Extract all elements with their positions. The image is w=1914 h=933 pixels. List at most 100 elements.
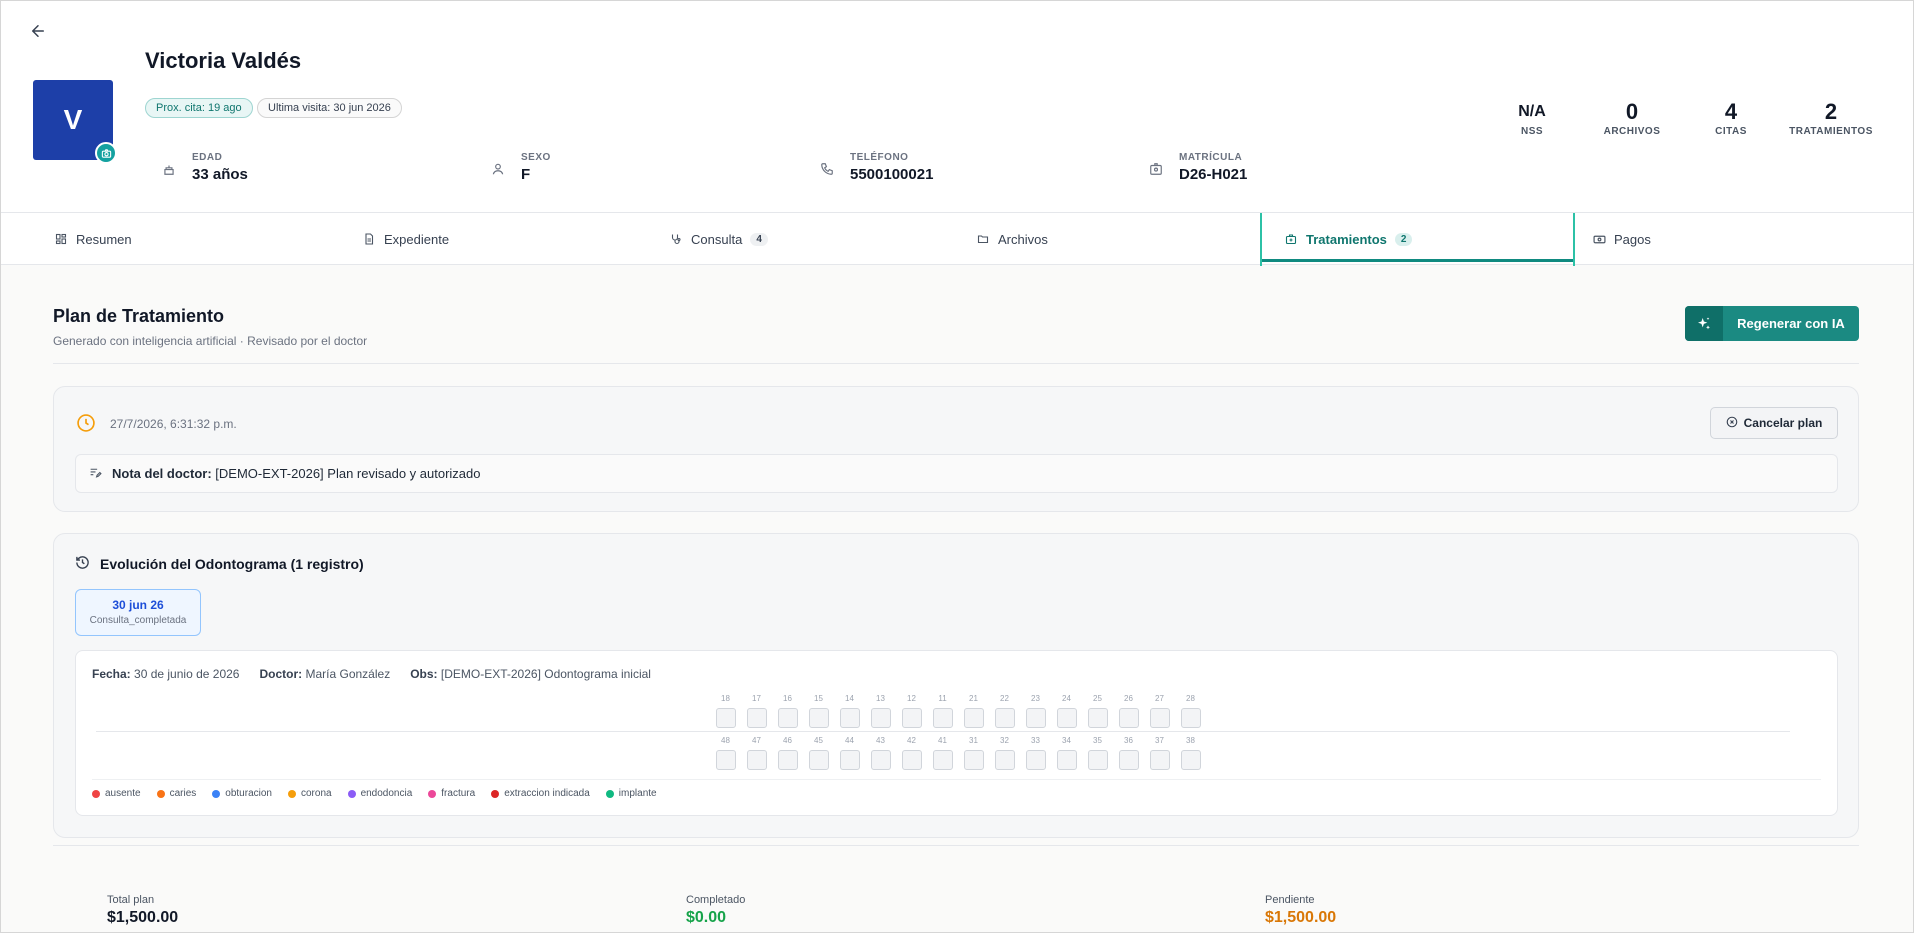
tooth[interactable]: 44 [838, 736, 861, 770]
tooth[interactable]: 24 [1055, 694, 1078, 728]
tooth-box[interactable] [1149, 750, 1170, 770]
tooth-box[interactable] [715, 708, 736, 728]
tooth-number: 34 [1062, 736, 1071, 745]
tooth[interactable]: 48 [714, 736, 737, 770]
tooth[interactable]: 47 [745, 736, 768, 770]
tooth-box[interactable] [1118, 708, 1139, 728]
tab-archivos[interactable]: Archivos [976, 213, 1048, 265]
tab-archivos-label: Archivos [998, 231, 1048, 247]
camera-icon[interactable] [95, 142, 117, 164]
tooth[interactable]: 12 [900, 694, 923, 728]
tooth-box[interactable] [746, 708, 767, 728]
tab-resumen[interactable]: Resumen [54, 213, 132, 265]
tooth-box[interactable] [1056, 708, 1077, 728]
legend-dot [605, 789, 614, 798]
tooth-number: 32 [1000, 736, 1009, 745]
tooth-box[interactable] [746, 750, 767, 770]
tooth-box[interactable] [839, 708, 860, 728]
tooth[interactable]: 17 [745, 694, 768, 728]
tooth[interactable]: 34 [1055, 736, 1078, 770]
tooth-box[interactable] [1056, 750, 1077, 770]
tooth-number: 31 [969, 736, 978, 745]
tooth[interactable]: 33 [1024, 736, 1047, 770]
tooth[interactable]: 41 [931, 736, 954, 770]
tooth-box[interactable] [870, 708, 891, 728]
tooth[interactable]: 18 [714, 694, 737, 728]
tooth-box[interactable] [715, 750, 736, 770]
tooth[interactable]: 35 [1086, 736, 1109, 770]
tooth[interactable]: 21 [962, 694, 985, 728]
tooth-box[interactable] [1149, 708, 1170, 728]
tooth[interactable]: 28 [1179, 694, 1202, 728]
tooth[interactable]: 36 [1117, 736, 1140, 770]
doctor-value: María González [305, 667, 391, 681]
stat-nss-value: N/A [1518, 103, 1546, 120]
tooth-box[interactable] [963, 750, 984, 770]
plan-card: 27/7/2026, 6:31:32 p.m. Cancelar plan No… [53, 386, 1859, 512]
total-plan-value: $1,500.00 [107, 909, 179, 926]
tooth-box[interactable] [777, 750, 798, 770]
tooth[interactable]: 26 [1117, 694, 1140, 728]
tab-pagos[interactable]: Pagos [1592, 213, 1651, 265]
tab-expediente[interactable]: Expediente [362, 213, 449, 265]
tooth-box[interactable] [932, 708, 953, 728]
tooth-box[interactable] [777, 708, 798, 728]
tooth[interactable]: 23 [1024, 694, 1047, 728]
regenerate-ai-button[interactable]: Regenerar con IA [1685, 306, 1859, 341]
tooth[interactable]: 27 [1148, 694, 1171, 728]
tooth[interactable]: 37 [1148, 736, 1171, 770]
tab-consulta[interactable]: Consulta 4 [669, 213, 768, 265]
tooth-box[interactable] [963, 708, 984, 728]
tooth[interactable]: 14 [838, 694, 861, 728]
total-completed-value: $0.00 [686, 909, 727, 926]
odontogram-legend: ausente caries obturacion corona endodoncia f… [92, 788, 657, 799]
tooth[interactable]: 25 [1086, 694, 1109, 728]
legend-item: endodoncia [347, 788, 412, 799]
tooth[interactable]: 38 [1179, 736, 1202, 770]
legend-dot [428, 789, 437, 798]
tooth-number: 45 [814, 736, 823, 745]
tooth-box[interactable] [1087, 708, 1108, 728]
tooth[interactable]: 31 [962, 736, 985, 770]
tooth[interactable]: 46 [776, 736, 799, 770]
tooth-box[interactable] [901, 750, 922, 770]
user-icon [489, 160, 507, 178]
tooth-box[interactable] [808, 750, 829, 770]
tooth-box[interactable] [994, 750, 1015, 770]
tooth[interactable]: 42 [900, 736, 923, 770]
tooth-box[interactable] [808, 708, 829, 728]
back-arrow-icon[interactable] [26, 19, 50, 43]
tooth[interactable]: 32 [993, 736, 1016, 770]
legend-item: fractura [428, 788, 475, 799]
tooth-box[interactable] [994, 708, 1015, 728]
tooth-number: 41 [938, 736, 947, 745]
tooth-box[interactable] [1118, 750, 1139, 770]
tooth-box[interactable] [901, 708, 922, 728]
tooth-box[interactable] [1087, 750, 1108, 770]
tooth[interactable]: 22 [993, 694, 1016, 728]
cancel-plan-button[interactable]: Cancelar plan [1710, 407, 1838, 439]
avatar[interactable]: V [33, 80, 117, 164]
odontogram-record-chip[interactable]: 30 jun 26 Consulta_completada [75, 589, 201, 636]
tooth[interactable]: 15 [807, 694, 830, 728]
patient-header: V Victoria Valdés Prox. cita: 19 ago Ult… [0, 0, 1914, 213]
x-circle-icon [1726, 416, 1738, 431]
tooth-box[interactable] [932, 750, 953, 770]
tooth-box[interactable] [1180, 708, 1201, 728]
tooth-box[interactable] [1180, 750, 1201, 770]
odontogram-card: Evolución del Odontograma (1 registro) 3… [53, 533, 1859, 838]
tooth[interactable]: 45 [807, 736, 830, 770]
note-text: [DEMO-EXT-2026] Plan revisado y autoriza… [215, 466, 481, 481]
total-pending-label: Pendiente [1265, 894, 1315, 906]
avatar-initial: V [63, 104, 83, 135]
tooth-box[interactable] [870, 750, 891, 770]
page-subtitle: Generado con inteligencia artificial · R… [53, 334, 368, 348]
tooth-box[interactable] [1025, 750, 1046, 770]
tooth-box[interactable] [1025, 708, 1046, 728]
tooth[interactable]: 43 [869, 736, 892, 770]
tooth[interactable]: 16 [776, 694, 799, 728]
tooth[interactable]: 11 [931, 694, 954, 728]
tooth[interactable]: 13 [869, 694, 892, 728]
odontogram-detail: Fecha: 30 de junio de 2026 Doctor: María… [75, 650, 1838, 816]
tooth-box[interactable] [839, 750, 860, 770]
